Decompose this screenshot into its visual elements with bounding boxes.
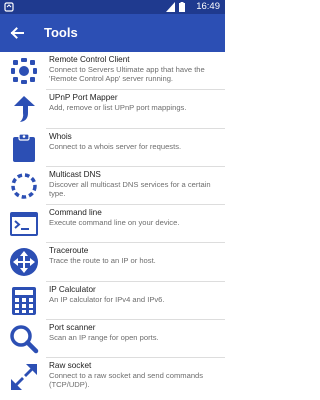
tool-description: Connect to a raw socket and send command… [49,371,204,390]
tool-item-upnp-port-mapper[interactable]: UPnP Port Mapper Add, remove or list UPn… [0,90,225,129]
tool-item-multicast-dns[interactable]: Multicast DNS Discover all multicast DNS… [0,167,225,206]
calculator-icon [12,286,36,315]
page-title: Tools [44,25,78,40]
status-time: 16:49 [196,1,220,12]
tool-item-port-scanner[interactable]: Port scanner Scan an IP range for open p… [0,320,225,359]
app-bar: Tools [0,14,225,52]
magnifier-icon [10,325,39,354]
tool-name: Remote Control Client [49,55,130,64]
tool-item-raw-socket[interactable]: Raw socket Connect to a raw socket and s… [0,358,225,396]
tool-name: Traceroute [49,246,89,256]
back-arrow-icon[interactable] [8,24,26,42]
multicast-circle-icon [11,173,37,199]
tool-name: UPnP Port Mapper [49,93,118,103]
tool-item-command-line[interactable]: Command line Execute command line on you… [0,205,225,244]
diagonal-arrows-icon [11,364,37,391]
clipboard-icon [13,132,35,162]
terminal-icon [10,212,38,237]
tools-list: Remote Control Client Connect to Servers… [0,52,225,397]
tool-description: Connect to Servers Ultimate app that hav… [49,65,205,83]
tool-item-whois[interactable]: Whois Connect to a whois server for requ… [0,129,225,167]
remote-control-icon [11,58,37,84]
battery-icon [179,2,185,12]
tool-name: Port scanner [49,323,96,333]
tool-description: Trace the route to an IP or host. [49,256,156,266]
tool-item-remote-control-client[interactable]: Remote Control Client Connect to Servers… [0,52,225,91]
tool-name: IP Calculator [49,284,96,294]
signal-icon [166,2,175,12]
status-bar: 16:49 [0,0,225,14]
tool-description: Connect to a whois server for requests. [49,141,182,151]
tool-description: An IP calculator for IPv4 and IPv6. [49,294,165,304]
tool-name: Raw socket [49,361,92,371]
move-arrows-icon [10,248,38,277]
tool-name: Whois [49,131,72,141]
tool-item-ip-calculator[interactable]: IP Calculator An IP calculator for IPv4 … [0,282,225,321]
tool-description: Execute command line on your device. [49,218,180,228]
tool-description: Discover all multicast DNS services for … [49,179,211,198]
upnp-arrow-icon [14,96,35,123]
tool-description: Add, remove or list UPnP port mappings. [49,103,187,113]
notification-icon [4,2,14,12]
tool-item-traceroute[interactable]: Traceroute Trace the route to an IP or h… [0,243,225,282]
tool-name: Multicast DNS [49,169,101,179]
tool-name: Command line [49,208,102,218]
tool-description: Scan an IP range for open ports. [49,333,159,343]
